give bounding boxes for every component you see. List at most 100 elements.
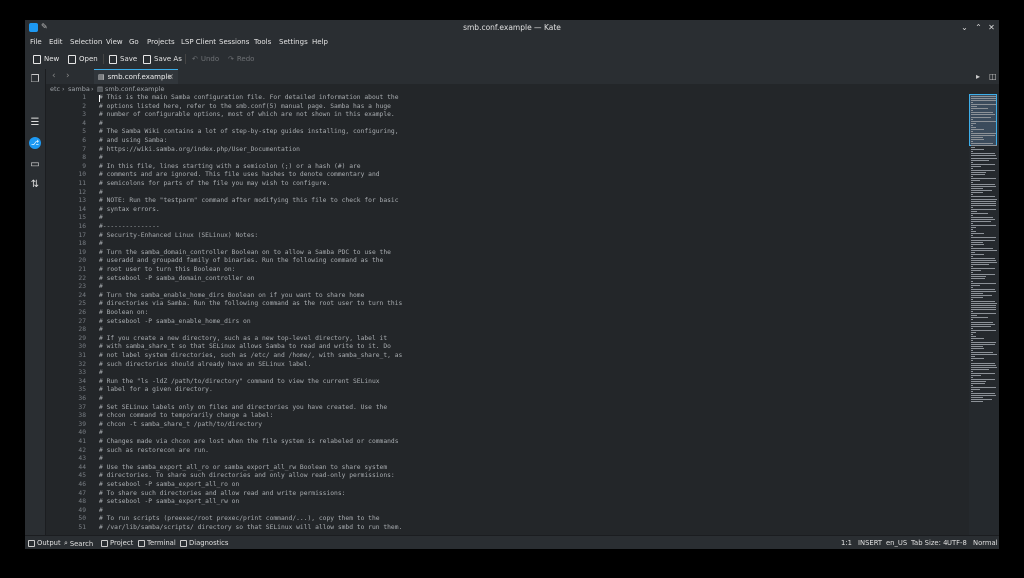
code-line[interactable]: 2 # options listed here, refer to the smb… xyxy=(46,103,966,112)
tab-size[interactable]: Tab Size: 4 xyxy=(911,539,947,547)
minimap-line xyxy=(971,401,983,403)
code-line[interactable]: 43 # xyxy=(46,455,966,464)
code-line[interactable]: 29 # If you create a new directory, such … xyxy=(46,335,966,344)
breadcrumb-etc[interactable]: etc xyxy=(50,85,60,93)
code-line[interactable]: 13 # NOTE: Run the "testparm" command aft… xyxy=(46,197,966,206)
code-line[interactable]: 50 # To run scripts (preexec/root prexec/… xyxy=(46,515,966,524)
code-line[interactable]: 40 # xyxy=(46,429,966,438)
search-button[interactable]: ⌕ Search xyxy=(64,539,93,548)
undo-button[interactable]: ↶ Undo xyxy=(192,53,219,65)
tab-smb-conf-example[interactable]: ▤ smb.conf.example × xyxy=(94,69,178,84)
code-line[interactable]: 47 # To share such directories and allow … xyxy=(46,490,966,499)
menu-help[interactable]: Help xyxy=(312,38,328,46)
output-button[interactable]: Output xyxy=(28,539,61,547)
code-line[interactable]: 22 # setsebool -P samba_domain_controller… xyxy=(46,275,966,284)
minimize-icon[interactable]: ⌄ xyxy=(959,22,970,33)
diagnostics-button[interactable]: Diagnostics xyxy=(180,539,228,547)
code-line[interactable]: 4 # xyxy=(46,120,966,129)
cursor-position[interactable]: 1:1 xyxy=(841,539,852,547)
code-line[interactable]: 42 # such as restorecon are run. xyxy=(46,447,966,456)
code-line[interactable]: 16 #--------------- xyxy=(46,223,966,232)
documents-icon[interactable]: ❐ xyxy=(29,74,41,86)
code-line[interactable]: 23 # xyxy=(46,283,966,292)
code-line[interactable]: 19 # Turn the samba_domain_controller Boo… xyxy=(46,249,966,258)
code-line[interactable]: 35 # label for a given directory. xyxy=(46,386,966,395)
code-line[interactable]: 28 # xyxy=(46,326,966,335)
input-mode[interactable]: INSERT xyxy=(858,539,882,547)
minimap-line xyxy=(971,358,984,360)
code-line[interactable]: 18 # xyxy=(46,240,966,249)
menu-settings[interactable]: Settings xyxy=(279,38,308,46)
code-line[interactable]: 12 # xyxy=(46,189,966,198)
code-line[interactable]: 20 # useradd and groupadd family of binar… xyxy=(46,257,966,266)
open-button[interactable]: Open xyxy=(68,53,98,65)
code-line[interactable]: 3 # number of configurable options, most … xyxy=(46,111,966,120)
menu-tools[interactable]: Tools xyxy=(254,38,271,46)
menu-view[interactable]: View xyxy=(106,38,123,46)
breadcrumb-file[interactable]: smb.conf.example xyxy=(105,85,164,93)
code-line[interactable]: 6 # and using Samba: xyxy=(46,137,966,146)
tab-close-icon[interactable]: × xyxy=(167,72,174,81)
code-line[interactable]: 37 # Set SELinux labels only on files and… xyxy=(46,404,966,413)
code-line[interactable]: 39 # chcon -t samba_share_t /path/to/dire… xyxy=(46,421,966,430)
menu-file[interactable]: File xyxy=(30,38,42,46)
code-line[interactable]: 17 # Security-Enhanced Linux (SELinux) No… xyxy=(46,232,966,241)
code-line[interactable]: 33 # xyxy=(46,369,966,378)
code-line[interactable]: 36 # xyxy=(46,395,966,404)
tab-menu-icon[interactable]: ▸ xyxy=(976,72,980,81)
save-as-button[interactable]: Save As xyxy=(143,53,182,65)
redo-button[interactable]: ↷ Redo xyxy=(228,53,254,65)
menu-projects[interactable]: Projects xyxy=(147,38,175,46)
project-button[interactable]: Project xyxy=(101,539,133,547)
code-line[interactable]: 45 # directories. To share such directori… xyxy=(46,472,966,481)
code-line[interactable]: 1 # This is the main Samba configuration … xyxy=(46,94,966,103)
code-line[interactable]: 9 # In this file, lines starting with a s… xyxy=(46,163,966,172)
code-line[interactable]: 27 # setsebool -P samba_enable_home_dirs … xyxy=(46,318,966,327)
code-line[interactable]: 32 # such directories should already have… xyxy=(46,361,966,370)
code-line[interactable]: 14 # syntax errors. xyxy=(46,206,966,215)
symbol-outline-icon[interactable]: ⇅ xyxy=(29,179,41,191)
encoding[interactable]: UTF-8 xyxy=(947,539,967,547)
menu-go[interactable]: Go xyxy=(129,38,139,46)
code-line[interactable]: 26 # Boolean on: xyxy=(46,309,966,318)
menu-lsp-client[interactable]: LSP Client xyxy=(181,38,216,46)
code-line[interactable]: 15 # xyxy=(46,214,966,223)
new-button[interactable]: New xyxy=(33,53,59,65)
projects-icon[interactable]: ☰ xyxy=(29,117,41,129)
code-line[interactable]: 21 # root user to turn this Boolean on: xyxy=(46,266,966,275)
file-type-mode[interactable]: Normal xyxy=(973,539,998,547)
code-line[interactable]: 38 # chcon command to temporarily change … xyxy=(46,412,966,421)
menu-edit[interactable]: Edit xyxy=(49,38,63,46)
code-line[interactable]: 24 # Turn the samba_enable_home_dirs Bool… xyxy=(46,292,966,301)
code-line[interactable]: 46 # setsebool -P samba_export_all_ro on xyxy=(46,481,966,490)
close-icon[interactable]: ✕ xyxy=(986,22,997,33)
minimap-scrollbar[interactable] xyxy=(969,94,999,535)
forward-arrow-icon[interactable]: › xyxy=(66,71,70,81)
split-view-icon[interactable]: ◫ xyxy=(989,72,997,81)
code-line[interactable]: 44 # Use the samba_export_all_ro or samba… xyxy=(46,464,966,473)
text-editor[interactable]: 1 # This is the main Samba configuration … xyxy=(46,94,969,535)
menu-selection[interactable]: Selection xyxy=(70,38,102,46)
breadcrumb-samba[interactable]: samba xyxy=(68,85,90,93)
code-line[interactable]: 7 # https://wiki.samba.org/index.php/User… xyxy=(46,146,966,155)
code-line[interactable]: 31 # not label system directories, such a… xyxy=(46,352,966,361)
git-icon[interactable]: ⎇ xyxy=(29,137,41,149)
save-button[interactable]: Save xyxy=(109,53,137,65)
code-line[interactable]: 10 # comments and are ignored. This file … xyxy=(46,171,966,180)
code-line[interactable]: 25 # directories via Samba. Run the follo… xyxy=(46,300,966,309)
terminal-button[interactable]: Terminal xyxy=(138,539,176,547)
back-arrow-icon[interactable]: ‹ xyxy=(52,71,56,81)
code-line[interactable]: 30 # with samba_share_t so that SELinux a… xyxy=(46,343,966,352)
filesystem-browser-icon[interactable]: ▭ xyxy=(29,159,41,171)
code-line[interactable]: 5 # The Samba Wiki contains a lot of step… xyxy=(46,128,966,137)
code-line[interactable]: 11 # semicolons for parts of the file you… xyxy=(46,180,966,189)
menu-sessions[interactable]: Sessions xyxy=(219,38,249,46)
code-line[interactable]: 48 # setsebool -P samba_export_all_rw on xyxy=(46,498,966,507)
code-line[interactable]: 49 # xyxy=(46,507,966,516)
code-line[interactable]: 51 # /var/lib/samba/scripts/ directory so… xyxy=(46,524,966,533)
code-line[interactable]: 34 # Run the "ls -ldZ /path/to/directory"… xyxy=(46,378,966,387)
code-line[interactable]: 41 # Changes made via chcon are lost when… xyxy=(46,438,966,447)
code-line[interactable]: 8 # xyxy=(46,154,966,163)
maximize-icon[interactable]: ⌃ xyxy=(973,22,984,33)
dictionary-language[interactable]: en_US xyxy=(886,539,907,547)
